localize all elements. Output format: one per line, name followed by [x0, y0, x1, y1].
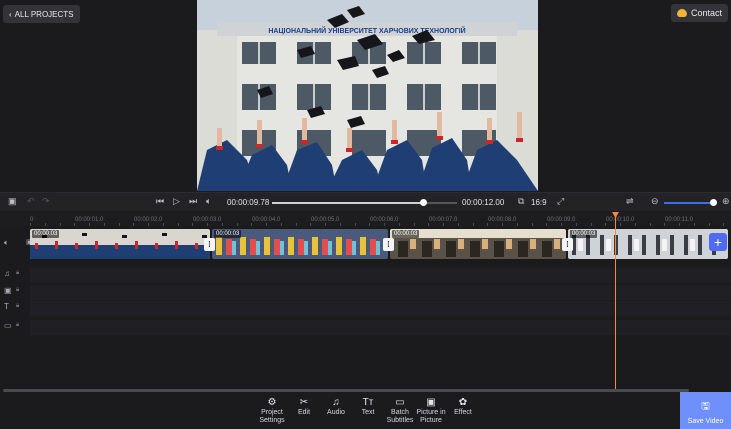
skip-end-icon[interactable]: ⏭	[189, 197, 197, 206]
transition-handle[interactable]: ⁞	[562, 238, 573, 251]
aspect-ratio-icon[interactable]: ⧉	[518, 197, 524, 206]
toolbar-label: Audio	[327, 409, 345, 416]
video-clip[interactable]: 00:00:03	[390, 229, 566, 259]
support-icon	[676, 9, 687, 17]
effect-icon: ✿	[458, 397, 468, 408]
video-track: 00:00:03 00:00:03 00:00:03 00:00:03 ⁞ ⁞ …	[30, 229, 728, 259]
clip-duration: 00:00:03	[32, 230, 60, 238]
timeline-scrollbar[interactable]	[3, 389, 689, 392]
video-preview: НАЦІОНАЛЬНИЙ УНІВЕРСИТЕТ ХАРЧОВИХ ТЕХНОЛ…	[197, 0, 538, 191]
text-track[interactable]	[30, 301, 731, 316]
toolbar-effect-button[interactable]: ✿ Effect	[443, 397, 483, 417]
video-editor: ‹ ALL PROJECTS Contact НАЦІОНАЛЬНИЙ УНІВ…	[0, 0, 731, 429]
video-clip[interactable]: 00:00:03	[212, 229, 388, 259]
transition-handle[interactable]: ⁞	[383, 238, 394, 251]
aspect-ratio-label[interactable]: 16:9	[531, 198, 547, 207]
save-video-button[interactable]: 🖫︎ Save Video	[680, 392, 731, 429]
video-clip[interactable]: 00:00:03	[568, 229, 728, 259]
speaker-icon[interactable]: 🔈︎	[4, 238, 9, 248]
zoom-slider[interactable]	[664, 199, 717, 206]
timeline-tracks: 🔈︎ ▣ 00:00:03 00:00:03 00:00:03 00:00:03…	[0, 226, 731, 386]
subtitle-track[interactable]	[30, 320, 731, 335]
contact-button[interactable]: Contact	[670, 4, 728, 22]
clip-duration: 00:00:03	[392, 230, 420, 238]
playback-progress-bar[interactable]	[272, 199, 457, 206]
save-video-label: Save Video	[687, 418, 724, 425]
toolbar-label: Batch Subtitles	[386, 409, 414, 424]
zoom-out-icon[interactable]: ⊖	[651, 197, 659, 206]
fit-icon[interactable]: ⇌	[626, 197, 634, 206]
pip-track[interactable]	[30, 285, 731, 300]
music-note-icon: ♫	[4, 269, 10, 278]
all-projects-label: ALL PROJECTS	[14, 9, 74, 19]
progress-handle[interactable]	[419, 199, 427, 206]
video-clip[interactable]: 00:00:03	[30, 229, 210, 259]
volume-icon[interactable]: 🔈︎	[206, 197, 211, 206]
current-time: 00:00:09.78	[227, 198, 270, 207]
playback-controls: ▣ ↶ ↷ ⏮ ▷ ⏭ 🔈︎ 00:00:09.78 00:00:12.00 ⧉…	[0, 192, 731, 211]
toolbar-label: Edit	[297, 409, 311, 416]
playhead[interactable]	[615, 213, 616, 391]
redo-icon[interactable]: ↷	[42, 197, 50, 206]
lock-icon[interactable]: 🔒︎	[16, 270, 19, 277]
zoom-in-icon[interactable]: ⊕	[722, 197, 730, 206]
text-icon: T	[4, 302, 9, 311]
zoom-handle[interactable]	[710, 199, 717, 206]
save-icon: 🖫︎	[701, 401, 710, 412]
add-media-button[interactable]: +	[709, 233, 727, 251]
total-time: 00:00:12.00	[462, 198, 505, 207]
play-icon[interactable]: ▷	[173, 197, 180, 206]
lock-icon[interactable]: 🔒︎	[16, 322, 19, 329]
timeline-ruler[interactable]: 0 00:00:01.0 00:00:02.0 00:00:03.0 00:00:04.…	[0, 212, 731, 226]
pip-icon: ▣	[4, 286, 12, 295]
subtitle-icon: ▭	[4, 321, 12, 330]
clip-duration: 00:00:03	[570, 230, 598, 238]
all-projects-button[interactable]: ‹ ALL PROJECTS	[3, 5, 80, 23]
toolbar-label: Text	[361, 409, 375, 416]
toolbar-label: Effect	[454, 409, 472, 416]
skip-start-icon[interactable]: ⏮	[156, 197, 164, 206]
progress-fill	[272, 202, 423, 204]
lock-icon[interactable]: 🔒︎	[16, 287, 19, 294]
clip-duration: 00:00:03	[214, 230, 242, 238]
toolbar-label: Picture in Picture	[416, 409, 446, 424]
preview-image: НАЦІОНАЛЬНИЙ УНІВЕРСИТЕТ ХАРЧОВИХ ТЕХНОЛ…	[197, 0, 538, 191]
lock-icon[interactable]: 🔒︎	[16, 303, 19, 310]
bottom-toolbar: ⚙ Project Settings ✂ Edit ♫ Audio Tт Text ▭ Batch…	[0, 393, 731, 429]
fullscreen-icon[interactable]: ⤢	[557, 197, 564, 206]
transition-handle[interactable]: ⁞	[204, 238, 215, 251]
toolbar-label: Project Settings	[259, 409, 285, 424]
undo-icon[interactable]: ↶	[27, 197, 35, 206]
audio-track[interactable]	[30, 268, 731, 283]
contact-label: Contact	[690, 8, 722, 18]
save-disk-icon[interactable]: ▣	[8, 197, 17, 206]
banner-text: НАЦІОНАЛЬНИЙ УНІВЕРСИТЕТ ХАРЧОВИХ ТЕХНОЛ…	[268, 26, 465, 35]
chevron-left-icon: ‹	[9, 9, 12, 19]
